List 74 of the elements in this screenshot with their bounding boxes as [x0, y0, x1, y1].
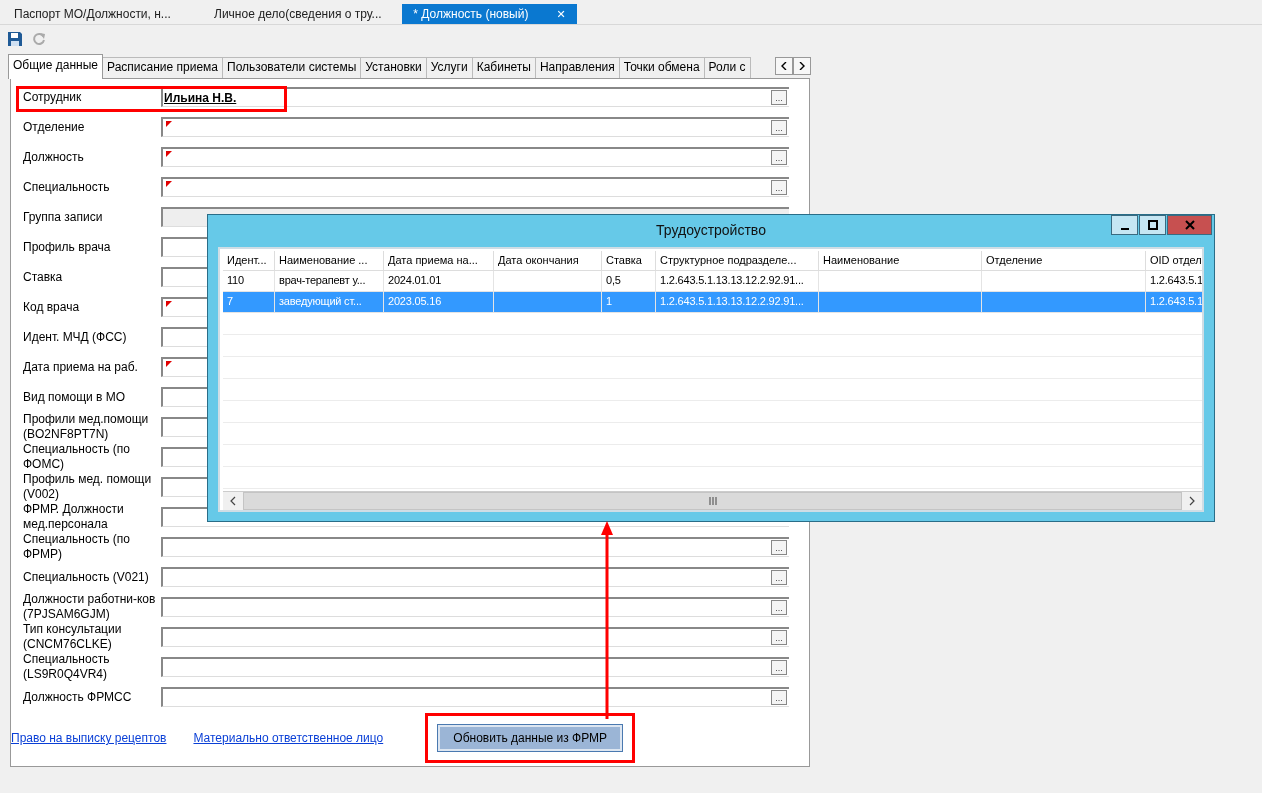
- input-field[interactable]: ...: [161, 117, 789, 137]
- column-header[interactable]: Структурное подразделе...: [656, 251, 819, 271]
- column-header[interactable]: Дата окончания: [494, 251, 602, 271]
- field-label: Профиль мед. помощи (V002): [22, 472, 153, 502]
- scroll-right-icon[interactable]: [1188, 496, 1196, 506]
- column-header[interactable]: Дата приема на...: [384, 251, 494, 271]
- maximize-button[interactable]: [1139, 215, 1166, 235]
- field-label: Дата приема на раб.: [22, 359, 139, 375]
- close-icon[interactable]: ✕: [556, 7, 566, 21]
- field-label: Тип консультации (CNCM76CLKE): [22, 622, 123, 652]
- field-label: Должность ФРМСС: [22, 689, 133, 705]
- update-button[interactable]: Обновить данные из ФРМР: [437, 724, 624, 752]
- input-field[interactable]: ...: [161, 657, 789, 677]
- close-button[interactable]: [1167, 215, 1212, 235]
- browse-button[interactable]: ...: [771, 540, 787, 555]
- field-label: Сотрудник: [22, 89, 83, 105]
- tab[interactable]: Роли с: [703, 57, 751, 78]
- input-field[interactable]: ...: [161, 177, 789, 197]
- field-label: Должности работни-ков (7PJSAM6GJM): [22, 592, 157, 622]
- field-value: Ильина Н.В.: [163, 90, 237, 105]
- chevron-left-icon: [781, 62, 787, 70]
- column-header[interactable]: Наименование ...: [275, 251, 384, 271]
- field-label: Ставка: [22, 269, 64, 285]
- column-header[interactable]: Наименование: [819, 251, 982, 271]
- minimize-icon: [1120, 228, 1129, 230]
- dialog-title: Трудоустройство: [656, 221, 766, 238]
- input-field[interactable]: ...: [161, 147, 789, 167]
- browse-button[interactable]: ...: [771, 600, 787, 615]
- field-label: Код врача: [22, 299, 81, 315]
- browse-button[interactable]: ...: [771, 90, 787, 105]
- link[interactable]: Право на выписку рецептов: [11, 731, 167, 745]
- field-label: Специальность (LS9R0Q4VR4): [22, 652, 111, 682]
- browse-button[interactable]: ...: [771, 570, 787, 585]
- field-label: Профили мед.помощи (BO2NF8PT7N): [22, 412, 150, 442]
- field-label: Группа записи: [22, 209, 104, 225]
- grip-icon: [708, 497, 717, 505]
- browse-button[interactable]: ...: [771, 150, 787, 165]
- chevron-right-icon: [799, 62, 805, 70]
- field-label: Специальность: [22, 179, 111, 195]
- document-tab[interactable]: * Должность (новый) ✕: [402, 4, 577, 24]
- field-label: Идент. МЧД (ФСС): [22, 329, 128, 345]
- field-label: Отделение: [22, 119, 86, 135]
- save-icon[interactable]: [7, 31, 23, 47]
- input-field[interactable]: ...: [161, 687, 789, 707]
- link[interactable]: Материально ответственное лицо: [193, 731, 384, 745]
- scroll-left-button[interactable]: [775, 57, 793, 75]
- browse-button[interactable]: ...: [771, 630, 787, 645]
- field-label: Специальность (V021): [22, 569, 150, 585]
- close-icon: [1184, 220, 1195, 230]
- browse-button[interactable]: ...: [771, 690, 787, 705]
- minimize-button[interactable]: [1111, 215, 1138, 235]
- column-header[interactable]: Идент...: [223, 251, 275, 271]
- field-label: Профиль врача: [22, 239, 112, 255]
- browse-button[interactable]: ...: [771, 120, 787, 135]
- document-tab[interactable]: Личное дело(сведения о тру...: [200, 4, 400, 24]
- input-field[interactable]: ...: [161, 567, 789, 587]
- maximize-icon: [1147, 220, 1158, 230]
- input-field[interactable]: ...: [161, 627, 789, 647]
- field-label: Специальность (по ФОМС): [22, 442, 131, 472]
- field-label: Вид помощи в МО: [22, 389, 127, 405]
- field-label: ФРМР. Должности мед.персонала: [22, 502, 125, 532]
- scroll-left-icon[interactable]: [229, 496, 237, 506]
- browse-button[interactable]: ...: [771, 660, 787, 675]
- tab[interactable]: Общие данные: [8, 54, 104, 79]
- field-label: Должность: [22, 149, 85, 165]
- input-field[interactable]: ...: [161, 537, 789, 557]
- scroll-right-button[interactable]: [793, 57, 811, 75]
- column-header[interactable]: OID отдел: [1146, 251, 1202, 271]
- column-header[interactable]: Отделение: [982, 251, 1146, 271]
- field-label: Специальность (по ФРМР): [22, 532, 131, 562]
- column-header[interactable]: Ставка: [602, 251, 656, 271]
- document-tab[interactable]: Паспорт МО/Должности, н...: [0, 4, 200, 24]
- input-field[interactable]: ...: [161, 597, 789, 617]
- browse-button[interactable]: ...: [771, 180, 787, 195]
